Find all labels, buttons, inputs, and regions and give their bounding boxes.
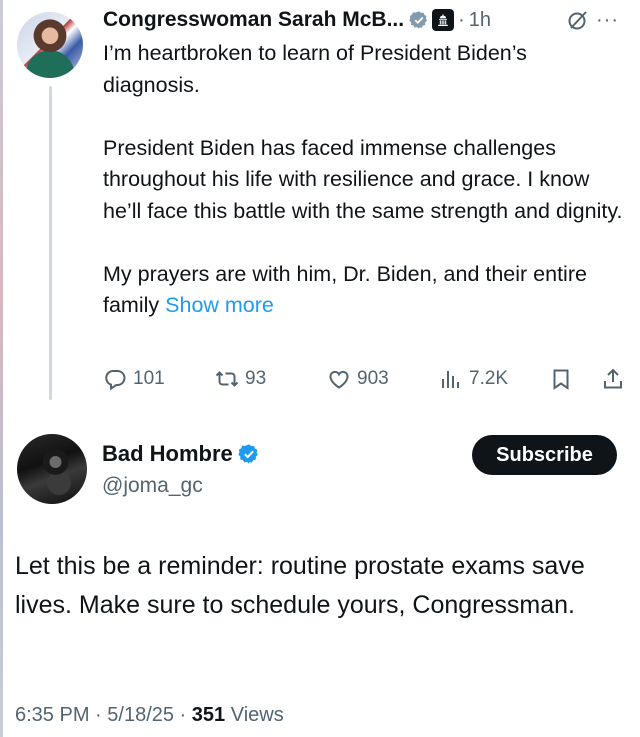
meta-separator-2: · (174, 704, 192, 726)
heart-icon (329, 370, 349, 389)
repost-button[interactable]: 93 (215, 364, 266, 394)
bookmark-icon (553, 369, 569, 390)
reply-handle[interactable]: @joma_gc (102, 474, 203, 498)
share-icon (604, 368, 622, 389)
views-label: Views (225, 704, 284, 726)
parent-text-paragraph-1: I’m heartbroken to learn of President Bi… (103, 41, 527, 97)
views-count: 7.2K (469, 368, 509, 389)
gray-verified-badge-icon (409, 11, 428, 29)
more-options-icon[interactable]: ··· (596, 10, 619, 30)
reply-author-name[interactable]: Bad Hombre (102, 441, 233, 467)
parent-avatar[interactable] (17, 12, 83, 78)
parent-action-bar: 101 93 903 7.2K (103, 364, 633, 394)
grok-icon[interactable] (566, 8, 590, 32)
share-button[interactable] (601, 364, 625, 394)
parent-tweet-text: I’m heartbroken to learn of President Bi… (103, 38, 628, 322)
show-more-link[interactable]: Show more (165, 293, 274, 317)
parent-author-name[interactable]: Congresswoman Sarah McB... (103, 8, 404, 32)
bar-chart-icon (442, 371, 459, 388)
thread-connector-line (49, 86, 52, 400)
blue-verified-badge-icon (238, 444, 258, 464)
parent-text-paragraph-2: President Biden has faced immense challe… (103, 135, 623, 223)
tweet-time[interactable]: 6:35 PM (15, 704, 89, 726)
reply-tweet[interactable]: Bad Hombre @joma_gc Subscribe Let this b… (0, 420, 640, 737)
reply-avatar[interactable] (17, 434, 87, 504)
views-total: 351 (191, 704, 226, 726)
bookmark-button[interactable] (549, 364, 573, 394)
parent-tweet[interactable]: Congresswoman Sarah McB... · 1h ··· I’m … (0, 0, 640, 410)
repost-count: 93 (245, 368, 267, 389)
like-button[interactable]: 903 (327, 364, 389, 394)
reply-count: 101 (133, 368, 165, 389)
reply-button[interactable]: 101 (103, 364, 165, 394)
meta-separator-1: · (89, 704, 108, 726)
capitol-icon (432, 9, 455, 31)
subscribe-button[interactable]: Subscribe (472, 435, 617, 475)
tweet-date[interactable]: 5/18/25 (107, 704, 174, 726)
tweet-meta: 6:35 PM · 5/18/25 · 351 Views (15, 704, 284, 727)
reply-author-row: Bad Hombre (102, 441, 260, 467)
speech-bubble-icon (105, 370, 126, 391)
parent-timestamp[interactable]: 1h (469, 9, 491, 32)
parent-separator: · (458, 8, 465, 31)
parent-tweet-header: Congresswoman Sarah McB... · 1h (103, 6, 491, 34)
like-count: 903 (357, 368, 389, 389)
parent-text-paragraph-3: My prayers are with him, Dr. Biden, and … (103, 259, 628, 322)
views-button[interactable]: 7.2K (439, 364, 508, 394)
repost-icon (215, 371, 239, 387)
reply-tweet-text: Let this be a reminder: routine prostate… (15, 552, 585, 619)
